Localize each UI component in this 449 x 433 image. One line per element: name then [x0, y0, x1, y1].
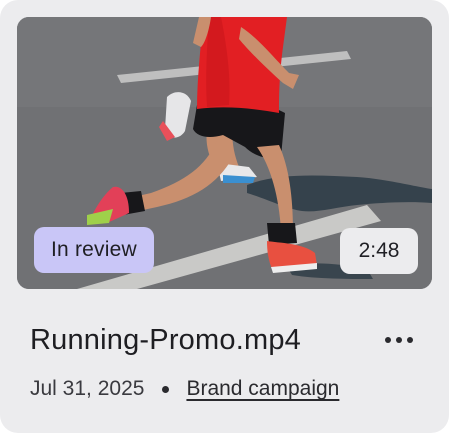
collection-link[interactable]: Brand campaign	[186, 377, 339, 401]
video-title[interactable]: Running-Promo.mp4	[30, 320, 301, 360]
video-card[interactable]: In review 2:48 Running-Promo.mp4 Jul 31,…	[0, 0, 449, 433]
more-horizontal-icon-dot	[407, 337, 413, 343]
video-thumbnail[interactable]: In review 2:48	[17, 17, 432, 289]
video-meta: Jul 31, 2025 Brand campaign	[30, 372, 339, 406]
more-horizontal-icon-dot	[396, 337, 402, 343]
duration-badge: 2:48	[340, 228, 418, 274]
separator-dot	[162, 385, 170, 393]
more-options-button[interactable]	[374, 320, 424, 360]
status-badge: In review	[34, 227, 154, 273]
more-horizontal-icon	[385, 337, 391, 343]
upload-date: Jul 31, 2025	[30, 377, 145, 400]
